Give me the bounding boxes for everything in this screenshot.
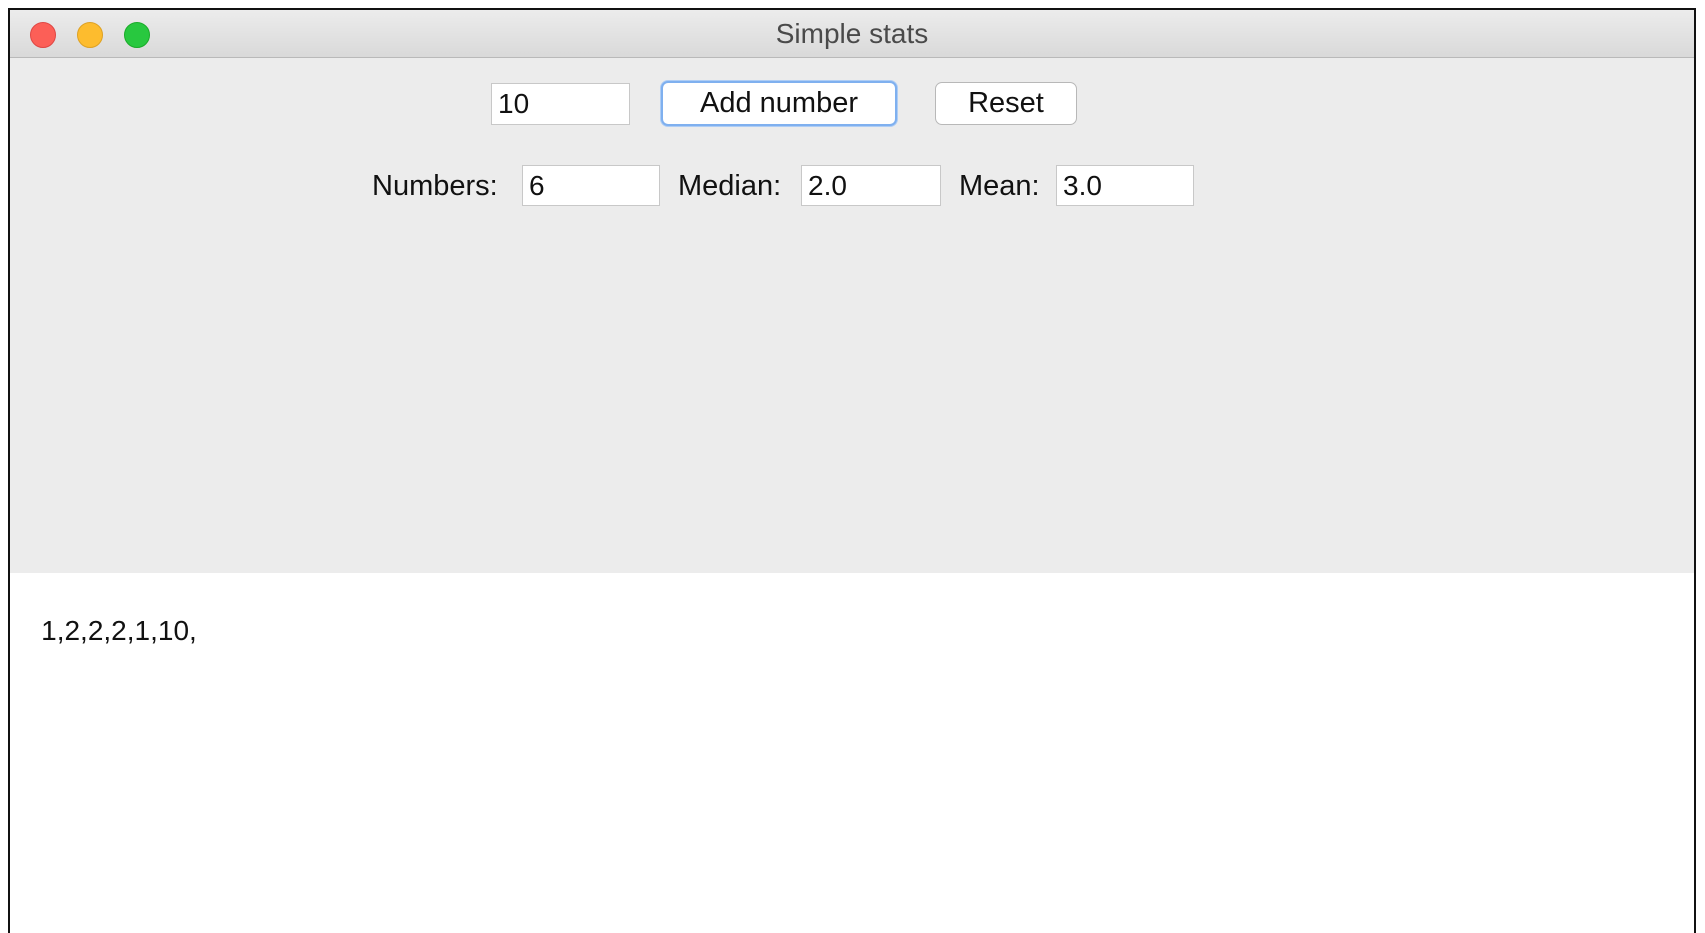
reset-button[interactable]: Reset	[935, 82, 1077, 125]
mean-field[interactable]	[1056, 165, 1194, 206]
numbers-count-field[interactable]	[522, 165, 660, 206]
app-window: Simple stats Add number Reset Numbers: M…	[8, 8, 1696, 933]
numbers-output-area[interactable]: 1,2,2,2,1,10,	[10, 573, 1694, 933]
controls-panel: Add number Reset Numbers: Median: Mean:	[10, 58, 1694, 573]
numbers-label: Numbers:	[372, 170, 498, 202]
title-bar[interactable]: Simple stats	[10, 10, 1694, 58]
numbers-list-text: 1,2,2,2,1,10,	[41, 615, 197, 646]
window-title: Simple stats	[775, 18, 929, 49]
median-field[interactable]	[801, 165, 941, 206]
number-input[interactable]	[491, 83, 630, 125]
mean-label: Mean:	[959, 170, 1040, 202]
add-number-button[interactable]: Add number	[661, 81, 897, 126]
median-label: Median:	[678, 170, 782, 202]
